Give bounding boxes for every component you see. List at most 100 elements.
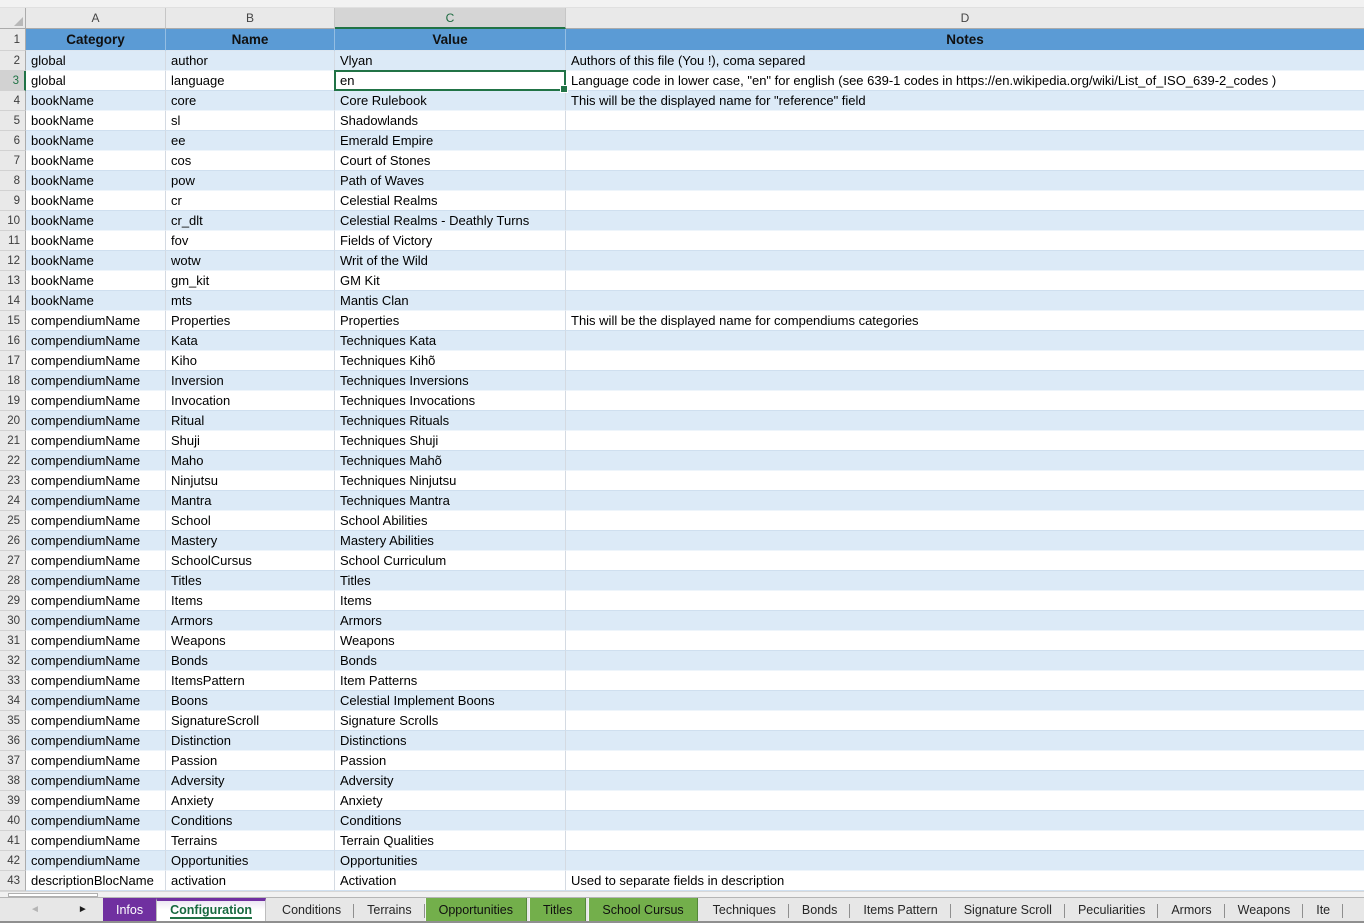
cell-name[interactable]: Distinction	[166, 731, 335, 751]
cell-name[interactable]: cos	[166, 151, 335, 171]
sheet-tab-school-cursus[interactable]: School Cursus	[588, 898, 697, 921]
cell-notes[interactable]	[566, 511, 1364, 531]
cell-category[interactable]: compendiumName	[26, 851, 166, 871]
cell-category[interactable]: global	[26, 51, 166, 71]
cell-value[interactable]: Techniques Mantra	[335, 491, 566, 511]
cell-category[interactable]: bookName	[26, 151, 166, 171]
cell-notes[interactable]	[566, 491, 1364, 511]
cell-notes[interactable]	[566, 451, 1364, 471]
cell-notes[interactable]: This will be the displayed name for comp…	[566, 311, 1364, 331]
cell-category[interactable]: compendiumName	[26, 491, 166, 511]
row-number[interactable]: 10	[0, 211, 26, 231]
row-number[interactable]: 24	[0, 491, 26, 511]
row-number[interactable]: 12	[0, 251, 26, 271]
cell-category[interactable]: compendiumName	[26, 811, 166, 831]
cell-value[interactable]: Vlyan	[335, 51, 566, 71]
horizontal-scrollbar[interactable]	[0, 891, 1364, 897]
tab-scroll-right-icon[interactable]: ►	[78, 905, 88, 915]
cell-name[interactable]: wotw	[166, 251, 335, 271]
cell-category[interactable]: compendiumName	[26, 631, 166, 651]
cell-notes[interactable]	[566, 191, 1364, 211]
cell-value[interactable]: Item Patterns	[335, 671, 566, 691]
row-number[interactable]: 1	[0, 29, 26, 51]
cell-value[interactable]: Opportunities	[335, 851, 566, 871]
cell-notes[interactable]	[566, 771, 1364, 791]
sheet-tab-items-pattern[interactable]: Items Pattern	[850, 898, 950, 921]
cell-category[interactable]: compendiumName	[26, 671, 166, 691]
cell-name[interactable]: Ritual	[166, 411, 335, 431]
row-number[interactable]: 42	[0, 851, 26, 871]
cell-name[interactable]: Passion	[166, 751, 335, 771]
row-number[interactable]: 6	[0, 131, 26, 151]
cell-value[interactable]: Signature Scrolls	[335, 711, 566, 731]
cell-notes[interactable]: This will be the displayed name for "ref…	[566, 91, 1364, 111]
cell-name[interactable]: Mantra	[166, 491, 335, 511]
cell-value[interactable]: Activation	[335, 871, 566, 891]
cell-category[interactable]: bookName	[26, 271, 166, 291]
cell-value[interactable]: Anxiety	[335, 791, 566, 811]
cell-notes[interactable]	[566, 531, 1364, 551]
row-number[interactable]: 4	[0, 91, 26, 111]
cell-category[interactable]: compendiumName	[26, 411, 166, 431]
cell-value[interactable]: Techniques Invocations	[335, 391, 566, 411]
row-number[interactable]: 30	[0, 611, 26, 631]
cell-name[interactable]: Bonds	[166, 651, 335, 671]
cell-value[interactable]: Writ of the Wild	[335, 251, 566, 271]
cell-notes[interactable]	[566, 371, 1364, 391]
cell-name[interactable]: Anxiety	[166, 791, 335, 811]
cell-notes[interactable]	[566, 591, 1364, 611]
horizontal-scrollbar-thumb[interactable]	[8, 893, 98, 897]
cell-notes[interactable]	[566, 751, 1364, 771]
cell-notes[interactable]	[566, 691, 1364, 711]
column-header-a[interactable]: A	[26, 8, 166, 29]
cell-notes[interactable]	[566, 351, 1364, 371]
tab-scroll-left-icon[interactable]: ◄	[30, 905, 40, 915]
cell-notes[interactable]	[566, 791, 1364, 811]
sheet-tab-signature-scroll[interactable]: Signature Scroll	[951, 898, 1065, 921]
cell-name[interactable]: sl	[166, 111, 335, 131]
cell-category[interactable]: descriptionBlocName	[26, 871, 166, 891]
row-number[interactable]: 2	[0, 51, 26, 71]
cell-notes[interactable]	[566, 431, 1364, 451]
cell-category[interactable]: global	[26, 71, 166, 91]
cell-category[interactable]: bookName	[26, 111, 166, 131]
cell-notes[interactable]	[566, 251, 1364, 271]
cell-name[interactable]: mts	[166, 291, 335, 311]
cell-category[interactable]: compendiumName	[26, 371, 166, 391]
column-header-b[interactable]: B	[166, 8, 335, 29]
column-header-c[interactable]: C	[335, 8, 566, 29]
row-number[interactable]: 36	[0, 731, 26, 751]
cell-value[interactable]: Techniques Ninjutsu	[335, 471, 566, 491]
cell-name[interactable]: Titles	[166, 571, 335, 591]
cell-notes[interactable]	[566, 131, 1364, 151]
cell-category[interactable]: compendiumName	[26, 311, 166, 331]
cell-category[interactable]: compendiumName	[26, 691, 166, 711]
cell-name[interactable]: cr_dlt	[166, 211, 335, 231]
cell-notes[interactable]	[566, 331, 1364, 351]
cell-value[interactable]: Bonds	[335, 651, 566, 671]
sheet-tab-opportunities[interactable]: Opportunities	[425, 898, 527, 921]
row-number[interactable]: 22	[0, 451, 26, 471]
cell-category[interactable]: bookName	[26, 91, 166, 111]
cell-name[interactable]: Properties	[166, 311, 335, 331]
cell-category[interactable]: bookName	[26, 291, 166, 311]
cell-value[interactable]: Techniques Inversions	[335, 371, 566, 391]
row-number[interactable]: 28	[0, 571, 26, 591]
header-cell-category[interactable]: Category	[26, 29, 166, 51]
cell-category[interactable]: bookName	[26, 191, 166, 211]
cell-category[interactable]: compendiumName	[26, 551, 166, 571]
cell-value[interactable]: Titles	[335, 571, 566, 591]
cell-value[interactable]: Core Rulebook	[335, 91, 566, 111]
cell-notes[interactable]	[566, 671, 1364, 691]
cell-category[interactable]: bookName	[26, 131, 166, 151]
cell-category[interactable]: compendiumName	[26, 571, 166, 591]
cell-notes[interactable]	[566, 211, 1364, 231]
cell-name[interactable]: Shuji	[166, 431, 335, 451]
cell-name[interactable]: Terrains	[166, 831, 335, 851]
select-all-corner[interactable]	[0, 8, 26, 29]
row-number[interactable]: 40	[0, 811, 26, 831]
cell-name[interactable]: cr	[166, 191, 335, 211]
row-number[interactable]: 7	[0, 151, 26, 171]
cell-notes[interactable]	[566, 171, 1364, 191]
cell-name[interactable]: ee	[166, 131, 335, 151]
